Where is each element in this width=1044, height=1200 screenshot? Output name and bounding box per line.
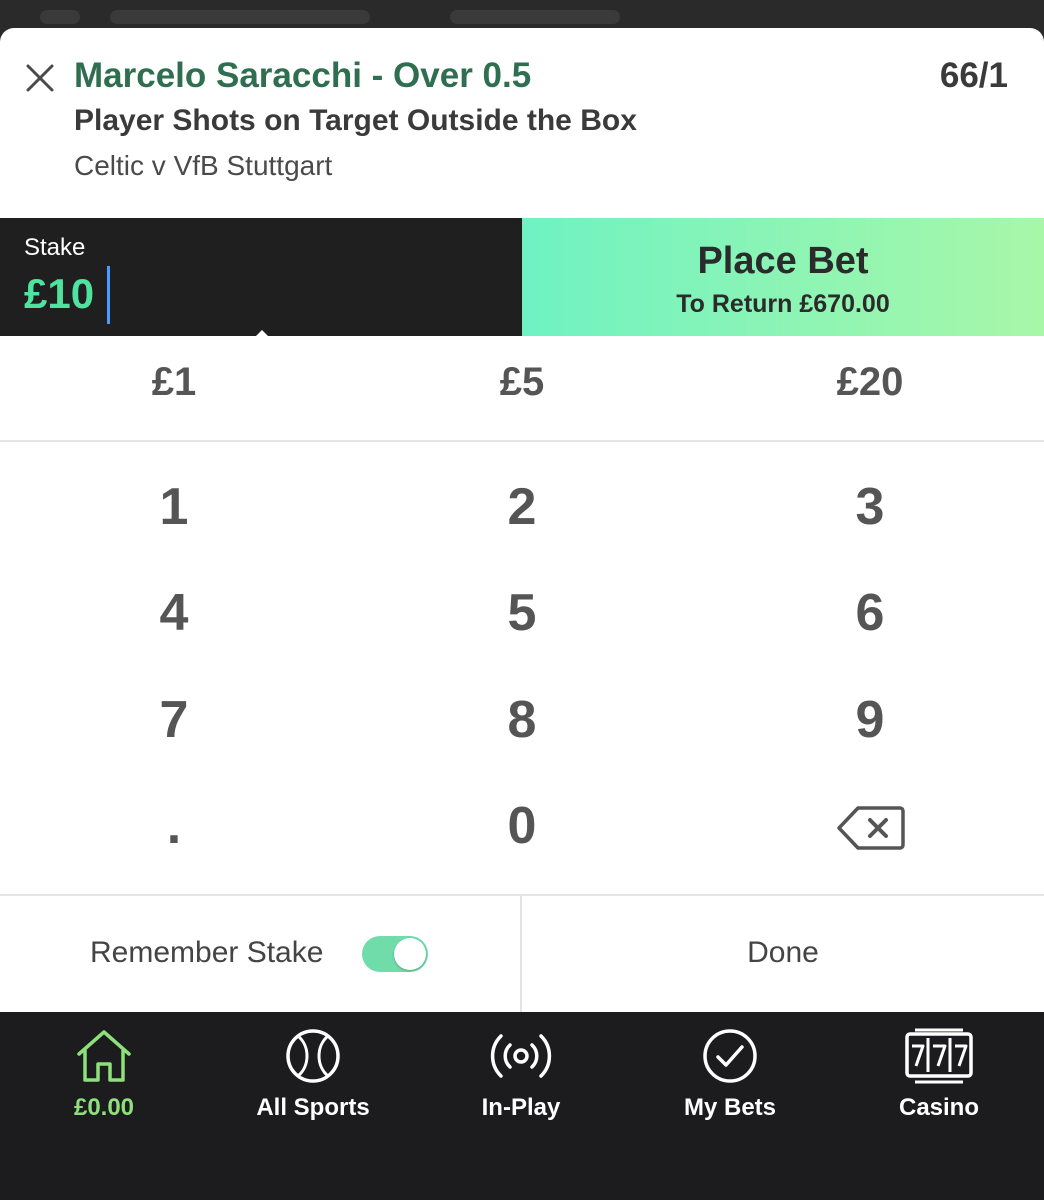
tab-home[interactable]: £0.00 bbox=[0, 1028, 208, 1122]
quick-stake-button[interactable]: £20 bbox=[696, 360, 1044, 405]
toggle-knob bbox=[394, 938, 426, 970]
keypad-key-0[interactable]: 0 bbox=[348, 773, 696, 879]
tab-all-sports[interactable]: All Sports bbox=[209, 1028, 417, 1122]
home-icon bbox=[77, 1030, 131, 1082]
ball-icon bbox=[286, 1029, 340, 1083]
quick-stake-button[interactable]: £1 bbox=[0, 360, 348, 405]
keypad-key-5[interactable]: 5 bbox=[348, 560, 696, 666]
quick-stake-row: £1 £5 £20 bbox=[0, 336, 1044, 442]
quick-stake-button[interactable]: £5 bbox=[348, 360, 696, 405]
keypad-key-4[interactable]: 4 bbox=[0, 560, 348, 666]
close-icon[interactable] bbox=[22, 60, 58, 96]
market-name: Player Shots on Target Outside the Box bbox=[74, 104, 637, 137]
text-cursor bbox=[107, 266, 110, 324]
background-text bbox=[450, 10, 620, 24]
keypad-key-1[interactable]: 1 bbox=[0, 454, 348, 560]
background-icon bbox=[40, 10, 80, 24]
bottom-tab-bar: £0.00 All Sports In-Play My Bets Casino bbox=[0, 1012, 1044, 1200]
stake-value: £10 bbox=[24, 270, 95, 317]
tab-label-balance: £0.00 bbox=[73, 1094, 135, 1121]
slot-machine-icon bbox=[905, 1028, 973, 1084]
tab-label-all-sports: All Sports bbox=[256, 1094, 370, 1121]
backspace-icon[interactable] bbox=[836, 805, 906, 851]
to-return-label: To Return £670.00 bbox=[676, 290, 890, 318]
keypad-key-3[interactable]: 3 bbox=[696, 454, 1044, 560]
tab-label-casino: Casino bbox=[898, 1094, 979, 1121]
keypad-key-decimal[interactable]: . bbox=[0, 773, 348, 879]
keypad-key-2[interactable]: 2 bbox=[348, 454, 696, 560]
keypad-key-9[interactable]: 9 bbox=[696, 667, 1044, 773]
keypad-key-6[interactable]: 6 bbox=[696, 560, 1044, 666]
tab-my-bets[interactable]: My Bets bbox=[626, 1028, 834, 1122]
stake-label: Stake bbox=[24, 234, 86, 261]
odds-value: 66/1 bbox=[939, 56, 1008, 95]
selection-name: Marcelo Saracchi - Over 0.5 bbox=[74, 56, 532, 95]
bet-slip-card: Marcelo Saracchi - Over 0.5 66/1 Player … bbox=[0, 28, 1044, 218]
stake-keypad: £1 £5 £20 1 2 3 4 5 6 7 8 9 . 0 Remember… bbox=[0, 336, 1044, 1014]
stake-input[interactable]: Stake £10 bbox=[0, 218, 522, 336]
tab-label-in-play: In-Play bbox=[481, 1094, 561, 1121]
remember-stake-toggle[interactable] bbox=[362, 936, 428, 972]
event-name: Celtic v VfB Stuttgart bbox=[74, 150, 333, 181]
checkmark-circle-icon bbox=[703, 1029, 757, 1083]
keypad-footer: Remember Stake Done bbox=[0, 894, 1044, 1014]
tab-casino[interactable]: Casino bbox=[835, 1028, 1043, 1122]
broadcast-icon bbox=[490, 1034, 552, 1078]
remember-stake-label: Remember Stake bbox=[90, 936, 324, 969]
keypad-key-8[interactable]: 8 bbox=[348, 667, 696, 773]
background-text bbox=[110, 10, 370, 24]
tab-in-play[interactable]: In-Play bbox=[417, 1028, 625, 1122]
tab-label-my-bets: My Bets bbox=[683, 1094, 777, 1121]
keypad-key-7[interactable]: 7 bbox=[0, 667, 348, 773]
place-bet-button[interactable]: Place Bet To Return £670.00 bbox=[522, 218, 1044, 336]
done-button[interactable]: Done bbox=[522, 936, 1044, 970]
place-bet-label: Place Bet bbox=[697, 240, 869, 282]
